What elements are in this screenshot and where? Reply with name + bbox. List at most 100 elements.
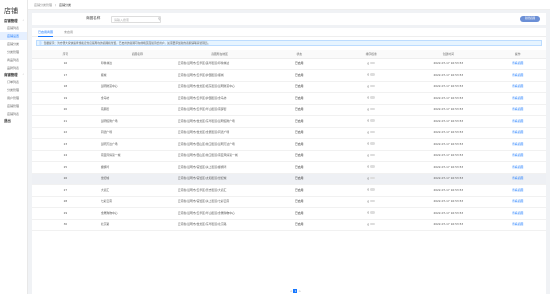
cell-status: 已启用 bbox=[263, 115, 336, 128]
cell-weight: 0 bbox=[335, 92, 408, 105]
cell-name: 同德广场 bbox=[98, 127, 176, 139]
sidebar-item[interactable]: 分类管理 bbox=[0, 48, 27, 56]
table-row: 29 金鹰购物中心 云南省/昆明市/五华区/华山街道/金鹰购物中心 已启用 0 2022-… bbox=[32, 207, 546, 220]
toggle-switch[interactable] bbox=[370, 61, 376, 65]
cell-weight: 0 bbox=[335, 196, 408, 208]
tab-disabled[interactable]: 未启用 bbox=[64, 28, 73, 37]
notice-banner: ⓘ 温馨提示：为方便大家快速查找和定位店铺所在的商圈和位置，已启用的商圈可在前端页… bbox=[36, 40, 542, 46]
cell-region: 云南省/昆明市/五华区/华山街道/金鹰购物中心 bbox=[175, 207, 264, 220]
cell-weight: 0 bbox=[335, 138, 408, 151]
search-input[interactable]: 请输入搜索 bbox=[111, 15, 161, 23]
cell-status: 已启用 bbox=[263, 161, 336, 174]
toggle-switch[interactable] bbox=[370, 222, 376, 226]
toggle-switch[interactable] bbox=[370, 107, 376, 111]
weight-value: 0 bbox=[367, 153, 370, 158]
sidebar-item[interactable]: 品牌列表 bbox=[0, 64, 27, 72]
table-row: 22 同德广场 云南省/昆明市/盘龙区/金辰街道/同德广场 已启用 0 2022-07-1… bbox=[32, 127, 546, 139]
cell-status: 已启用 bbox=[263, 219, 336, 231]
view-link[interactable]: 查看商圈 bbox=[489, 127, 546, 139]
cell-name: 金鹰购物中心 bbox=[98, 207, 176, 220]
sidebar-group[interactable]: 退出 bbox=[0, 118, 27, 124]
table-row: 26 世纪城 云南省/昆明市/官渡区/太和街道/世纪城 已启用 0 2022-07-17 … bbox=[32, 173, 546, 185]
search-icon[interactable]: ⚲ bbox=[158, 17, 160, 21]
view-link[interactable]: 查看商圈 bbox=[489, 104, 546, 116]
view-link[interactable]: 查看商圈 bbox=[489, 81, 546, 93]
cell-name: 印象林达 bbox=[98, 58, 176, 70]
view-link[interactable]: 查看商圈 bbox=[489, 150, 546, 162]
view-link[interactable]: 查看商圈 bbox=[489, 207, 546, 220]
sidebar-item[interactable]: 分类管理 bbox=[0, 86, 27, 94]
sidebar-item[interactable]: 店铺管理 bbox=[0, 102, 27, 110]
col-header-weight: 排序权重 bbox=[335, 50, 408, 59]
view-link[interactable]: 查看商圈 bbox=[489, 161, 546, 174]
sidebar-item[interactable]: 店铺分类 bbox=[0, 40, 27, 48]
view-link[interactable]: 查看商圈 bbox=[489, 115, 546, 128]
view-link[interactable]: 查看商圈 bbox=[489, 69, 546, 82]
view-link[interactable]: 查看商圈 bbox=[489, 173, 546, 185]
cell-status: 已启用 bbox=[263, 207, 336, 220]
cell-id: 29 bbox=[32, 207, 99, 220]
view-link[interactable]: 查看商圈 bbox=[489, 92, 546, 105]
toggle-switch[interactable] bbox=[370, 165, 376, 168]
toggle-switch[interactable] bbox=[370, 199, 376, 203]
toggle-switch[interactable] bbox=[370, 84, 376, 88]
table-row: 16 印象林达 云南省/昆明市/五华区/莲华街道/印象林达 已启用 0 2022-07-1… bbox=[32, 58, 546, 70]
cell-weight: 0 bbox=[335, 173, 408, 185]
cell-time: 2022-07-17 16:53:53 bbox=[407, 161, 490, 174]
cell-name: 昆明财富中心 bbox=[98, 81, 176, 93]
pager-current[interactable]: 1 bbox=[293, 289, 298, 293]
weight-value: 0 bbox=[367, 95, 370, 100]
sidebar-item[interactable]: 订单列表 bbox=[0, 78, 27, 86]
add-button[interactable]: 新增商圈 bbox=[520, 16, 540, 22]
table-row: 28 七彩云南 云南省/昆明市/官渡区/关上街道/七彩云南 已启用 0 2022-07-1… bbox=[32, 196, 546, 208]
toggle-switch[interactable] bbox=[370, 142, 376, 145]
sidebar-item[interactable]: 店铺设置 bbox=[0, 32, 27, 40]
toggle-switch[interactable] bbox=[370, 73, 376, 76]
breadcrumb-parent[interactable]: 店铺分类管理 bbox=[34, 3, 52, 7]
view-link[interactable]: 查看商圈 bbox=[489, 184, 546, 197]
sidebar-item[interactable]: 商品列表 bbox=[0, 56, 27, 64]
toggle-switch[interactable] bbox=[370, 176, 376, 180]
cell-id: 23 bbox=[32, 138, 99, 151]
cell-name: 南屏街 bbox=[98, 104, 176, 116]
toggle-switch[interactable] bbox=[370, 188, 376, 191]
cell-weight: 0 bbox=[335, 58, 408, 70]
pager-next[interactable]: > bbox=[298, 289, 301, 293]
breadcrumb: 店铺分类管理 / 店铺分类 bbox=[28, 0, 550, 10]
app-logo: 店铺 bbox=[4, 7, 18, 15]
cell-weight: 0 bbox=[335, 115, 408, 128]
weight-value: 0 bbox=[367, 141, 370, 146]
view-link[interactable]: 查看商圈 bbox=[489, 138, 546, 151]
cell-name: 螺蛳湾 bbox=[98, 161, 176, 174]
breadcrumb-separator: / bbox=[54, 3, 56, 7]
cell-id: 19 bbox=[32, 92, 99, 105]
cell-weight: 0 bbox=[335, 104, 408, 116]
toggle-switch[interactable] bbox=[370, 130, 376, 134]
view-link[interactable]: 查看商圈 bbox=[489, 219, 546, 231]
cell-id: 16 bbox=[32, 58, 99, 70]
tab-enabled[interactable]: 已启用商圈 bbox=[38, 28, 54, 37]
cell-region: 云南省/昆明市/官渡区/太和街道/世纪城 bbox=[175, 173, 264, 185]
weight-value: 0 bbox=[367, 84, 370, 89]
cell-region: 云南省/昆明市/官渡区/关上街道/螺蛳湾 bbox=[175, 161, 264, 174]
cell-weight: 0 bbox=[335, 219, 408, 231]
toggle-switch[interactable] bbox=[370, 119, 376, 122]
toggle-switch[interactable] bbox=[370, 211, 376, 214]
cell-id: 26 bbox=[32, 173, 99, 185]
sidebar-item[interactable]: 店铺列表 bbox=[0, 24, 27, 32]
view-link[interactable]: 查看商圈 bbox=[489, 58, 546, 70]
cell-status: 已启用 bbox=[263, 104, 336, 116]
data-table: 序号 商圈名称 商圈所在地区 状态 排序权重 创建时间 操作 16 印象林达 云南省… bbox=[32, 50, 546, 231]
view-link[interactable]: 查看商圈 bbox=[489, 196, 546, 208]
cell-region: 云南省/昆明市/五华区/护国街道/金马坊 bbox=[175, 92, 264, 105]
sidebar-item[interactable]: 店铺列表 bbox=[0, 110, 27, 118]
cell-id: 28 bbox=[32, 196, 99, 208]
toggle-switch[interactable] bbox=[370, 96, 376, 99]
cell-status: 已启用 bbox=[263, 69, 336, 82]
col-header-status: 状态 bbox=[263, 50, 336, 59]
sidebar-item[interactable]: 用户管理 bbox=[0, 94, 27, 102]
notice-text: 温馨提示：为方便大家快速查找和定位店铺所在的商圈和位置，已启用的商圈可在前端页面… bbox=[43, 41, 211, 45]
cell-status: 已启用 bbox=[263, 196, 336, 208]
weight-value: 0 bbox=[367, 222, 370, 227]
toggle-switch[interactable] bbox=[370, 153, 376, 157]
